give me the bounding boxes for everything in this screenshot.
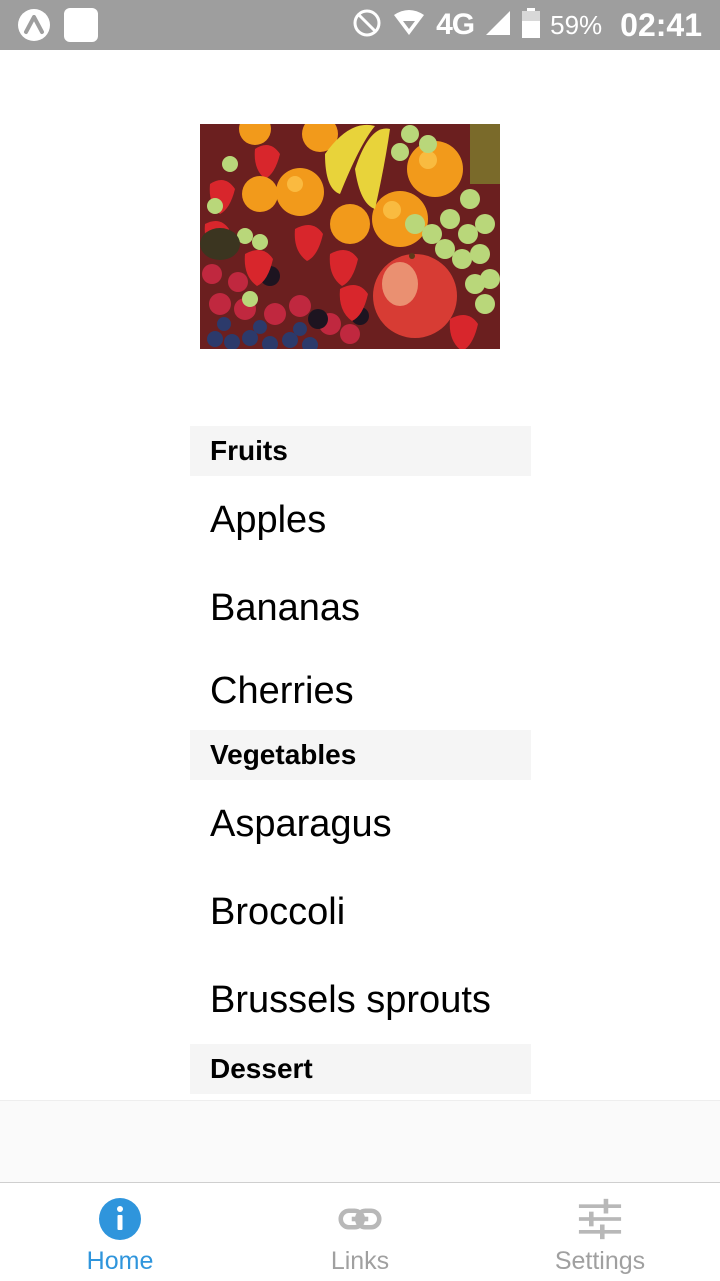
signal-icon: [484, 9, 512, 42]
do-not-disturb-icon: [352, 8, 382, 43]
tab-settings[interactable]: Settings: [480, 1183, 720, 1281]
list-item[interactable]: Brussels sprouts: [190, 956, 531, 1044]
sliders-icon: [578, 1197, 622, 1241]
fruit-image: [200, 124, 500, 349]
tab-settings-label: Settings: [554, 1247, 646, 1275]
list-item[interactable]: Cherries: [190, 652, 531, 730]
bottom-tab-bar: Home Links Settings: [0, 1182, 720, 1281]
tab-home[interactable]: Home: [0, 1183, 240, 1281]
bottom-spacer: [0, 1100, 720, 1183]
tab-links-label: Links: [330, 1247, 390, 1275]
list-item[interactable]: Apples: [190, 476, 531, 564]
list-item[interactable]: Broccoli: [190, 868, 531, 956]
section-list[interactable]: Fruits Apples Bananas Cherries Vegetable…: [190, 426, 531, 1094]
wifi-icon: [392, 9, 426, 42]
network-type: 4G: [436, 8, 475, 41]
info-icon: [98, 1197, 142, 1241]
tab-links[interactable]: Links: [240, 1183, 480, 1281]
battery-icon: [522, 7, 541, 43]
section-header-fruits: Fruits: [190, 426, 531, 476]
list-item[interactable]: Bananas: [190, 564, 531, 652]
link-icon: [338, 1197, 382, 1241]
expo-app-icon: [18, 9, 50, 41]
section-header-vegetables: Vegetables: [190, 730, 531, 780]
section-header-dessert: Dessert: [190, 1044, 531, 1094]
tab-home-label: Home: [86, 1247, 154, 1275]
clock: 02:41: [620, 6, 702, 43]
status-bar: 4G 59% 02:41: [0, 0, 720, 50]
notification-icon: [64, 8, 98, 42]
list-item[interactable]: Asparagus: [190, 780, 531, 868]
battery-percent: 59%: [550, 9, 603, 40]
